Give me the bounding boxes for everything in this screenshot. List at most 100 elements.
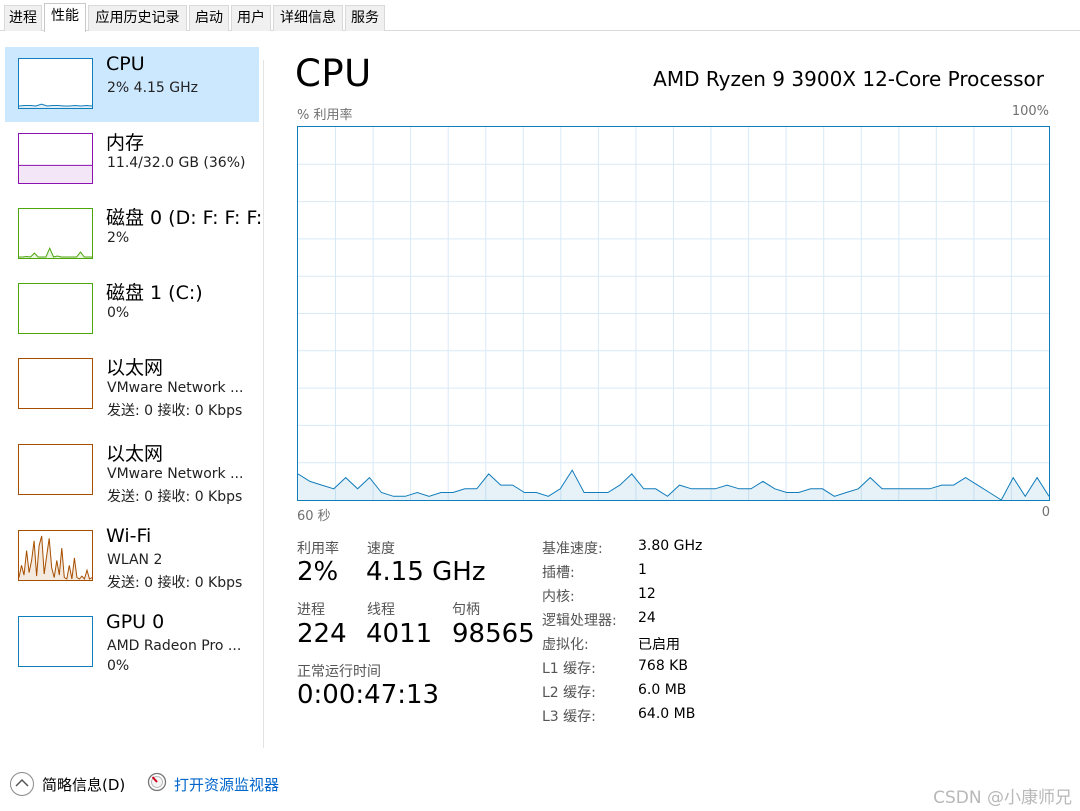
- tab-users[interactable]: 用户: [231, 5, 271, 31]
- sidebar-item-name: Wi-Fi: [106, 525, 152, 547]
- speed-label: 速度: [367, 541, 395, 557]
- thumbnail-svg: [19, 445, 92, 494]
- chevron-up-icon: [15, 778, 29, 787]
- sidebar-item-name: 以太网: [106, 443, 164, 465]
- resource-monitor-icon: [147, 772, 167, 792]
- l1-cache-label: L1 缓存:: [542, 661, 596, 677]
- virtualization-value: 已启用: [638, 637, 680, 653]
- tab-app-history[interactable]: 应用历史记录: [88, 5, 187, 31]
- processor-name: AMD Ryzen 9 3900X 12-Core Processor: [653, 67, 1044, 91]
- sidebar-item-adapter: AMD Radeon Pro ...: [107, 638, 242, 654]
- virtualization-label: 虚拟化:: [542, 637, 589, 653]
- tab-performance[interactable]: 性能: [44, 3, 86, 32]
- l2-cache-label: L2 缓存:: [542, 685, 596, 701]
- tab-processes[interactable]: 进程: [4, 5, 42, 31]
- tab-services[interactable]: 服务: [345, 5, 385, 31]
- l1-cache-value: 768 KB: [638, 658, 688, 674]
- cpu-utilization-chart: [298, 127, 1049, 500]
- gpu0-thumbnail-graph: [18, 616, 93, 667]
- tab-details[interactable]: 详细信息: [273, 5, 343, 31]
- resource-sidebar: CPU 2% 4.15 GHz 内存 11.4/32.0 GB (36%) 磁盘…: [0, 31, 264, 749]
- thumbnail-area: [19, 535, 92, 580]
- sidebar-item-detail: 0%: [107, 305, 130, 321]
- cpu-thumbnail-graph: [18, 58, 93, 109]
- threads-value: 4011: [366, 619, 433, 649]
- graph-axis-max: 100%: [1011, 104, 1049, 119]
- sidebar-item-gpu-0[interactable]: GPU 0 AMD Radeon Pro ... 0%: [5, 605, 259, 680]
- uptime-label: 正常运行时间: [297, 664, 381, 680]
- sockets-value: 1: [638, 562, 647, 578]
- cpu-utilization-graph: [297, 126, 1050, 501]
- l3-cache-value: 64.0 MB: [638, 706, 696, 722]
- sidebar-item-memory[interactable]: 内存 11.4/32.0 GB (36%): [5, 122, 259, 197]
- sidebar-item-wifi[interactable]: Wi-Fi WLAN 2 发送: 0 接收: 0 Kbps: [5, 519, 259, 594]
- sidebar-item-adapter: VMware Network ...: [107, 380, 244, 396]
- sidebar-item-detail: 11.4/32.0 GB (36%): [107, 155, 246, 171]
- processes-value: 224: [297, 619, 347, 649]
- l3-cache-label: L3 缓存:: [542, 709, 596, 725]
- memory-usage-fill: [19, 165, 92, 183]
- sidebar-item-name: 磁盘 1 (C:): [106, 282, 203, 304]
- base-speed-label: 基准速度:: [542, 541, 603, 557]
- threads-label: 线程: [367, 602, 395, 618]
- logical-processors-value: 24: [638, 610, 656, 626]
- wifi-thumbnail-graph: [18, 530, 93, 581]
- graph-time-span: 60 秒: [297, 509, 331, 524]
- thumbnail-svg: [19, 359, 92, 408]
- graph-time-end: 0: [1041, 505, 1050, 520]
- sidebar-item-ethernet-2[interactable]: 以太网 VMware Network ... 发送: 0 接收: 0 Kbps: [5, 433, 259, 508]
- sidebar-item-cpu[interactable]: CPU 2% 4.15 GHz: [5, 47, 259, 122]
- ethernet2-thumbnail-graph: [18, 444, 93, 495]
- utilization-value: 2%: [297, 557, 339, 587]
- sidebar-item-throughput: 发送: 0 接收: 0 Kbps: [107, 403, 243, 419]
- logical-processors-label: 逻辑处理器:: [542, 613, 617, 629]
- sidebar-item-throughput: 发送: 0 接收: 0 Kbps: [107, 575, 243, 591]
- uptime-value: 0:00:47:13: [297, 680, 440, 710]
- cores-value: 12: [638, 586, 656, 602]
- sidebar-item-adapter: WLAN 2: [107, 552, 163, 568]
- ethernet1-thumbnail-graph: [18, 358, 93, 409]
- page-title: CPU: [295, 52, 372, 95]
- sidebar-item-disk-0[interactable]: 磁盘 0 (D: F: F: F: 2%: [5, 197, 262, 272]
- sidebar-item-utilization: 0%: [107, 658, 130, 674]
- cores-label: 内核:: [542, 589, 575, 605]
- utilization-label: 利用率: [297, 541, 339, 557]
- sidebar-item-name: 以太网: [106, 357, 164, 379]
- processes-label: 进程: [297, 602, 325, 618]
- handles-label: 句柄: [452, 602, 480, 618]
- footer-bar: 简略信息(D) 打开资源监视器 CSDN @小康师兄: [0, 750, 1080, 811]
- fewer-details-button[interactable]: [10, 772, 34, 796]
- sidebar-divider: [263, 60, 264, 748]
- sidebar-item-name: GPU 0: [106, 611, 165, 633]
- thumbnail-svg: [19, 246, 92, 258]
- sockets-label: 插槽:: [542, 565, 575, 581]
- disk1-thumbnail-graph: [18, 283, 93, 334]
- handles-value: 98565: [452, 619, 535, 649]
- disk0-thumbnail-graph: [18, 208, 93, 259]
- thumbnail-svg: [19, 617, 92, 666]
- open-resource-monitor-link[interactable]: 打开资源监视器: [174, 774, 279, 795]
- sidebar-item-ethernet-1[interactable]: 以太网 VMware Network ... 发送: 0 接收: 0 Kbps: [5, 347, 259, 422]
- sidebar-item-name: 内存: [106, 132, 145, 154]
- l2-cache-value: 6.0 MB: [638, 682, 687, 698]
- sidebar-item-detail: 2%: [107, 230, 130, 246]
- sidebar-item-detail: 2% 4.15 GHz: [107, 80, 199, 96]
- tab-bar: 进程 性能 应用历史记录 启动 用户 详细信息 服务: [0, 0, 1080, 32]
- sidebar-item-adapter: VMware Network ...: [107, 466, 244, 482]
- fewer-details-link[interactable]: 简略信息(D): [42, 774, 125, 795]
- sidebar-item-name: 磁盘 0 (D: F: F: F:: [106, 207, 262, 229]
- thumbnail-line: [19, 103, 92, 107]
- sidebar-item-disk-1[interactable]: 磁盘 1 (C:) 0%: [5, 272, 259, 347]
- thumbnail-svg: [19, 164, 92, 183]
- thumbnail-svg: [19, 535, 92, 580]
- graph-axis-label: % 利用率: [297, 108, 353, 123]
- thumbnail-svg: [19, 103, 92, 108]
- speed-value: 4.15 GHz: [366, 557, 486, 587]
- tab-startup[interactable]: 启动: [189, 5, 229, 31]
- sidebar-item-throughput: 发送: 0 接收: 0 Kbps: [107, 489, 243, 505]
- sidebar-item-name: CPU: [106, 53, 145, 75]
- watermark: CSDN @小康师兄: [933, 788, 1072, 808]
- base-speed-value: 3.80 GHz: [638, 538, 703, 554]
- thumbnail-svg: [19, 284, 92, 333]
- memory-thumbnail-graph: [18, 133, 93, 184]
